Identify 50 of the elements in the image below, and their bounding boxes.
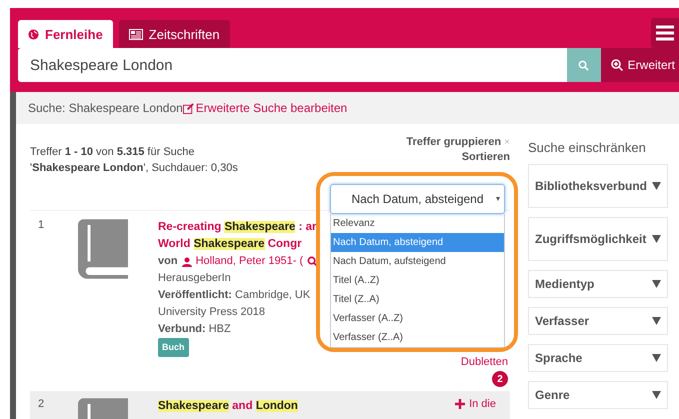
sort-select[interactable]: Nach Datum, absteigend: [330, 184, 505, 214]
sort-label: Sortieren: [462, 151, 510, 163]
search-icon[interactable]: [307, 256, 318, 267]
menu-icon: [656, 25, 674, 41]
facet-dropdown[interactable]: Verfasser: [528, 307, 668, 335]
facet-dropdown[interactable]: Sprache: [528, 344, 668, 372]
result-title[interactable]: Re-creating Shakespeare : ar: [158, 219, 317, 236]
result-detail: Veröffentlicht: Cambridge, UK: [158, 288, 310, 303]
search-query-label: Suche: Shakespeare London: [28, 101, 183, 115]
result-detail: University Press 2018: [158, 305, 265, 320]
caret-icon: [652, 182, 661, 190]
person-icon: [182, 256, 192, 266]
result-number: 1: [38, 219, 46, 233]
caret-icon: [652, 391, 661, 399]
facets-title: Suche einschränken: [528, 140, 647, 155]
author-link[interactable]: Holland, Peter 1951- (: [196, 253, 304, 270]
edit-search-link[interactable]: Erweiterte Suche bearbeiten: [182, 101, 348, 115]
menu-button[interactable]: [651, 18, 679, 48]
newspaper-icon: [128, 28, 143, 40]
caret-icon: [652, 317, 661, 325]
facet-dropdown[interactable]: Medientyp: [528, 270, 668, 298]
advanced-search-button[interactable]: Erweitert: [600, 48, 679, 82]
results-summary: Treffer 1 - 10 von 5.315 für Suche 'Shakespeare London', Suchdauer: 0,30s: [30, 145, 239, 176]
search-icon: [578, 60, 590, 70]
duplicates-count: 2: [492, 371, 508, 387]
globe-icon: [28, 28, 39, 40]
duplicates-link[interactable]: Dubletten: [460, 355, 508, 369]
plus-icon: [455, 399, 466, 409]
zoom-in-icon: [610, 59, 623, 71]
edit-icon: [182, 102, 194, 114]
author-role: HerausgeberIn: [158, 271, 231, 286]
caret-icon: [652, 354, 661, 362]
author-prefix: von: [158, 254, 178, 269]
group-results-label: Treffer gruppieren: [406, 136, 502, 148]
caret-icon: [652, 280, 661, 288]
format-tag: Buch: [158, 338, 188, 357]
facet-dropdown[interactable]: Genre: [528, 381, 668, 409]
caret-icon: [496, 197, 500, 201]
facet-dropdown[interactable]: Bibliotheksverbund: [528, 164, 668, 208]
result-detail: Verbund: HBZ: [158, 322, 231, 337]
tab[interactable]: Fernleihe: [18, 20, 113, 48]
book-icon: [78, 219, 128, 279]
result-title[interactable]: Shakespeare and London: [158, 398, 298, 415]
facet-dropdown[interactable]: Zugriffsmöglichkeit: [528, 217, 668, 261]
result-number: 2: [38, 398, 46, 412]
search-field[interactable]: Shakespeare London: [18, 48, 567, 82]
caret-icon: [652, 235, 661, 243]
add-to-list-link[interactable]: In die: [455, 398, 496, 410]
result-title[interactable]: World Shakespeare Congr: [158, 236, 302, 253]
tab[interactable]: Zeitschriften: [118, 20, 230, 48]
